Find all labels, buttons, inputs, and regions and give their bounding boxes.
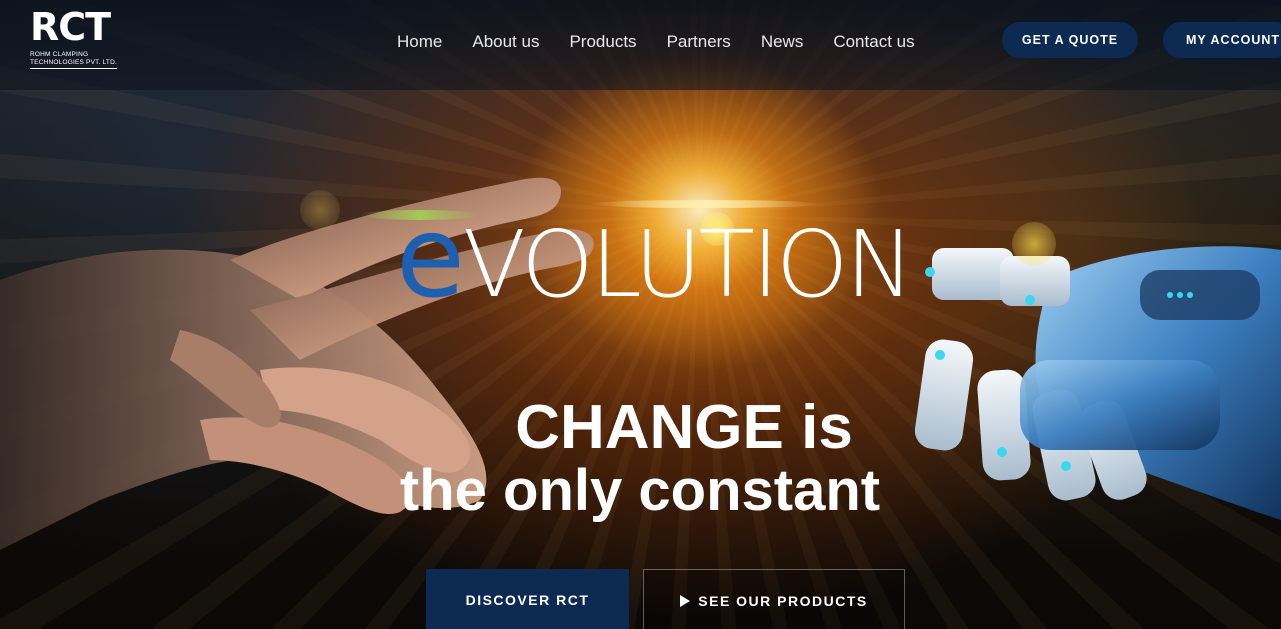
nav-products[interactable]: Products: [569, 30, 636, 54]
rct-logo[interactable]: RCT ROHM CLAMPING TECHNOLOGIES PVT. LTD.: [30, 8, 132, 70]
lens-flare: [590, 200, 820, 208]
hero-tagline: CHANGE is the only constant: [390, 396, 940, 522]
play-icon: [680, 595, 691, 607]
tagline-line-1: CHANGE is: [515, 393, 853, 462]
headline-e: e: [396, 193, 465, 323]
site-header: RCT ROHM CLAMPING TECHNOLOGIES PVT. LTD.…: [0, 0, 1281, 90]
see-our-products-label: SEE OUR PRODUCTS: [698, 593, 868, 609]
headline-rest: VOLUTION: [462, 211, 914, 318]
nav-home[interactable]: Home: [397, 30, 442, 54]
main-nav: Home About us Products Partners News Con…: [397, 30, 945, 54]
nav-contact-us[interactable]: Contact us: [833, 30, 914, 54]
tagline-line-2: the only constant: [399, 458, 881, 523]
logo-mark: RCT: [30, 5, 111, 49]
get-a-quote-button[interactable]: GET A QUOTE: [1002, 22, 1138, 58]
discover-rct-button[interactable]: DISCOVER RCT: [426, 569, 629, 629]
my-account-button[interactable]: MY ACCOUNT: [1163, 22, 1281, 58]
page: RCT ROHM CLAMPING TECHNOLOGIES PVT. LTD.…: [0, 0, 1281, 629]
nav-partners[interactable]: Partners: [667, 30, 731, 54]
nav-about-us[interactable]: About us: [472, 30, 539, 54]
hero-headline: eVOLUTION: [396, 202, 914, 318]
glow-dot: [300, 190, 340, 230]
logo-company-line-2: TECHNOLOGIES PVT. LTD.: [30, 59, 117, 69]
nav-news[interactable]: News: [761, 30, 804, 54]
glow-dot: [1012, 222, 1056, 266]
logo-company-line-1: ROHM CLAMPING: [30, 51, 89, 58]
see-our-products-button[interactable]: SEE OUR PRODUCTS: [643, 569, 905, 629]
robot-hand-image: [914, 246, 1281, 520]
